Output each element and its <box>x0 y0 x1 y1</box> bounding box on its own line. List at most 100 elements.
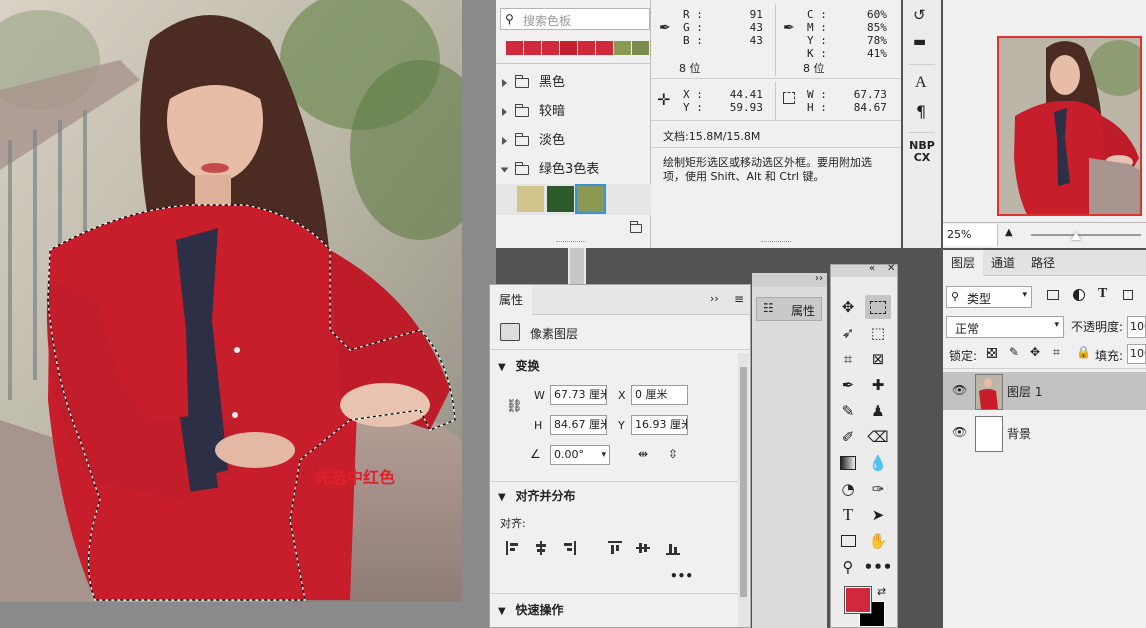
zoom-tool-icon[interactable]: ⚲ <box>835 555 861 579</box>
frame-tool-icon[interactable]: ⊠ <box>865 347 891 371</box>
filter-type-icon[interactable]: T <box>1098 286 1107 302</box>
move-tool-icon[interactable]: ✥ <box>835 295 861 319</box>
lasso-tool-icon[interactable]: ➶ <box>835 321 861 345</box>
color-swatch[interactable] <box>596 41 613 55</box>
swatch-group[interactable]: 黑色 <box>502 72 565 94</box>
lock-artboard-icon[interactable]: ⌗ <box>1053 345 1060 360</box>
lock-position-icon[interactable]: ✥ <box>1030 345 1040 359</box>
document-canvas[interactable]: 先选中红色 <box>0 0 462 602</box>
blend-mode-dropdown[interactable]: 正常 ▾ <box>946 316 1064 338</box>
filter-shape-icon[interactable] <box>1123 290 1133 300</box>
navigator-thumbnail[interactable] <box>997 36 1142 216</box>
align-section-toggle[interactable]: ▼ 对齐并分布 <box>498 487 576 504</box>
path-selection-tool-icon[interactable]: ➤ <box>865 503 891 527</box>
align-right-icon[interactable] <box>562 541 576 555</box>
link-dimensions-icon[interactable]: ⛓ <box>506 399 523 414</box>
collapse-toolbar-icon[interactable]: « <box>869 263 875 274</box>
angle-field[interactable]: 0.00° ▾ <box>550 445 610 465</box>
zoom-out-icon[interactable]: ▲ <box>1005 227 1013 238</box>
zoom-slider-track[interactable] <box>1031 234 1141 236</box>
x-field[interactable]: 0 厘米 <box>631 385 688 405</box>
fill-field[interactable]: 100 <box>1127 344 1146 364</box>
opacity-field[interactable]: 100 <box>1127 316 1146 338</box>
panel-resize-grip[interactable] <box>556 241 586 244</box>
properties-scrollbar[interactable] <box>738 353 749 627</box>
healing-brush-tool-icon[interactable]: ✚ <box>865 373 891 397</box>
more-options-icon[interactable]: ••• <box>670 569 693 583</box>
eraser-tool-icon[interactable]: ⌫ <box>865 425 891 449</box>
expand-panel-icon[interactable]: ›› <box>815 273 823 284</box>
type-tool-icon[interactable]: T <box>835 503 861 527</box>
character-icon[interactable]: A <box>915 74 927 92</box>
angle-dropdown-icon[interactable]: ▾ <box>601 446 606 464</box>
scrollbar-thumb[interactable] <box>740 367 747 597</box>
tab-channels[interactable]: 通道 <box>983 250 1023 276</box>
more-tools-icon[interactable]: ••• <box>864 555 893 579</box>
color-swatch[interactable] <box>506 41 523 55</box>
lock-transparent-icon[interactable] <box>987 348 997 358</box>
comments-icon[interactable]: ▬ <box>913 34 926 50</box>
paragraph-icon[interactable]: ¶ <box>916 102 926 121</box>
swatch-group[interactable]: 绿色3色表 <box>500 159 599 181</box>
layer-row[interactable]: 👁 背景 <box>943 414 1146 452</box>
panel-resize-grip[interactable] <box>761 241 791 244</box>
lock-image-icon[interactable]: ✎ <box>1009 345 1019 359</box>
group-swatch-1[interactable] <box>517 186 544 212</box>
flip-vertical-icon[interactable]: ⇳ <box>668 447 678 461</box>
align-hcenter-icon[interactable] <box>534 541 548 555</box>
color-swatch[interactable] <box>542 41 559 55</box>
tab-paths[interactable]: 路径 <box>1023 250 1063 276</box>
rectangular-marquee-tool-icon[interactable] <box>865 295 891 319</box>
collapsed-properties-button[interactable]: ☷ 属性 <box>756 297 822 321</box>
color-swatch[interactable] <box>614 41 631 55</box>
history-icon[interactable]: ↺ <box>913 6 926 24</box>
align-vcenter-icon[interactable] <box>636 541 650 555</box>
group-swatch-2[interactable] <box>547 186 574 212</box>
width-field[interactable]: 67.73 厘米 <box>550 385 607 405</box>
visibility-eye-icon[interactable]: 👁 <box>952 425 967 439</box>
chevron-right-icon[interactable] <box>502 78 507 87</box>
layer-filter-dropdown[interactable]: ⚲ 类型 ▾ <box>946 286 1032 308</box>
color-swatch[interactable] <box>632 41 649 55</box>
color-swatch[interactable] <box>560 41 577 55</box>
pen-tool-icon[interactable]: ✑ <box>865 477 891 501</box>
tab-layers[interactable]: 图层 <box>943 250 983 276</box>
clone-stamp-tool-icon[interactable]: ♟ <box>865 399 891 423</box>
chevron-down-icon[interactable] <box>500 167 509 172</box>
chevron-right-icon[interactable] <box>502 107 507 116</box>
tab-properties[interactable]: 属性 <box>490 285 532 315</box>
hand-tool-icon[interactable]: ✋ <box>865 529 891 553</box>
swap-colors-icon[interactable]: ⇄ <box>877 585 886 598</box>
zoom-slider-handle[interactable] <box>1071 232 1081 240</box>
blur-tool-icon[interactable]: 💧 <box>865 451 891 475</box>
crop-tool-icon[interactable]: ⌗ <box>835 347 861 371</box>
y-field[interactable]: 16.93 厘米 <box>631 415 688 435</box>
align-top-icon[interactable] <box>608 541 622 555</box>
dodge-tool-icon[interactable]: ◔ <box>835 477 861 501</box>
transform-section-toggle[interactable]: ▼ 变换 <box>498 357 540 374</box>
swatch-group[interactable]: 较暗 <box>502 101 565 123</box>
filter-adjustment-icon[interactable] <box>1073 289 1085 301</box>
gradient-tool-icon[interactable] <box>835 451 861 475</box>
new-group-folder-icon[interactable] <box>630 221 642 236</box>
brush-tool-icon[interactable]: ✎ <box>835 399 861 423</box>
zoom-field[interactable]: 25% <box>943 224 998 246</box>
visibility-eye-icon[interactable]: 👁 <box>952 383 967 397</box>
swatches-search[interactable]: ⚲ 搜索色板 <box>500 8 650 30</box>
swatch-group[interactable]: 淡色 <box>502 130 565 152</box>
panel-menu-icon[interactable]: ≡ <box>734 292 744 306</box>
chevron-right-icon[interactable] <box>502 136 507 145</box>
close-toolbar-icon[interactable]: ✕ <box>887 263 895 274</box>
collapse-panel-icon[interactable]: ›› <box>710 292 719 305</box>
height-field[interactable]: 84.67 厘米 <box>550 415 607 435</box>
layer-row[interactable]: 👁 图层 1 <box>943 372 1146 410</box>
rectangle-tool-icon[interactable] <box>835 529 861 553</box>
color-swatch[interactable] <box>524 41 541 55</box>
lock-all-icon[interactable]: 🔒 <box>1076 345 1091 359</box>
align-left-icon[interactable] <box>506 541 520 555</box>
color-swatch[interactable] <box>578 41 595 55</box>
nbp-plugin-icon[interactable]: NBP CX <box>909 140 935 164</box>
foreground-color-swatch[interactable] <box>845 587 871 613</box>
object-selection-tool-icon[interactable]: ⬚ <box>865 321 891 345</box>
group-swatch-3[interactable] <box>575 184 606 214</box>
